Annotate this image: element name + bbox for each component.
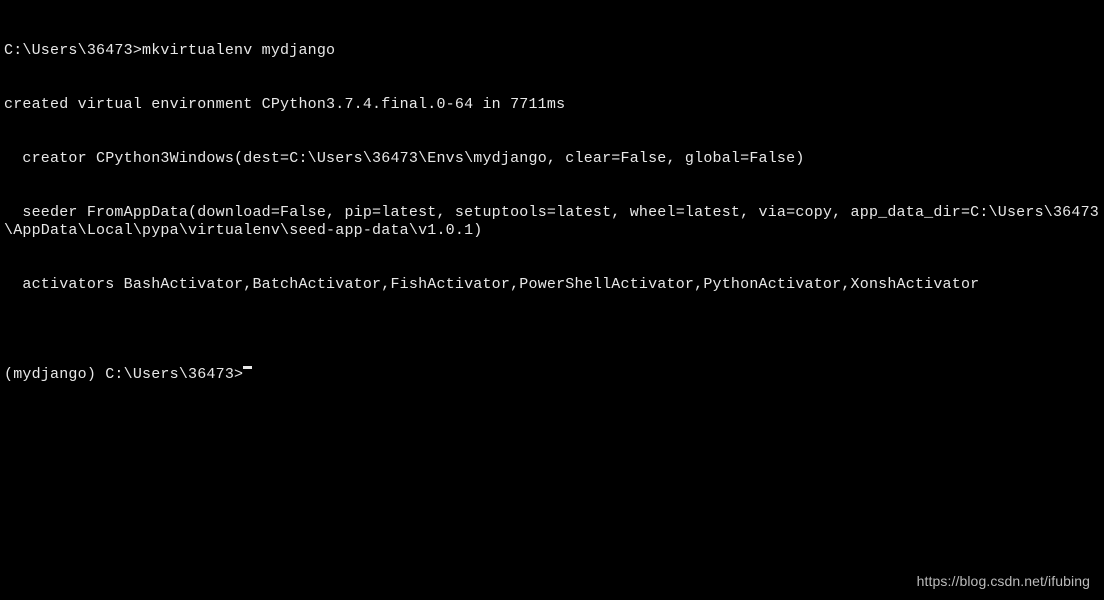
cursor: [243, 366, 252, 369]
terminal-line: seeder FromAppData(download=False, pip=l…: [4, 204, 1100, 240]
watermark-text: https://blog.csdn.net/ifubing: [917, 573, 1090, 590]
terminal-line: creator CPython3Windows(dest=C:\Users\36…: [4, 150, 1100, 168]
terminal-output[interactable]: C:\Users\36473>mkvirtualenv mydjango cre…: [0, 0, 1104, 408]
terminal-line: C:\Users\36473>mkvirtualenv mydjango: [4, 42, 1100, 60]
terminal-line: activators BashActivator,BatchActivator,…: [4, 276, 1100, 294]
terminal-line: created virtual environment CPython3.7.4…: [4, 96, 1100, 114]
prompt-text: (mydjango) C:\Users\36473>: [4, 366, 243, 384]
terminal-prompt[interactable]: (mydjango) C:\Users\36473>: [4, 366, 1100, 384]
